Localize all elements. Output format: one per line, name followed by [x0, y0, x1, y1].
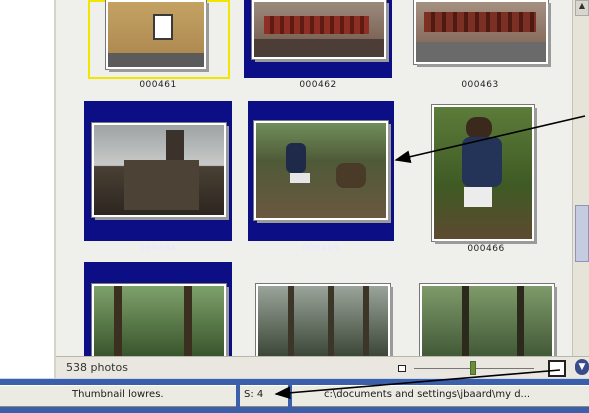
thumbnail-label: 000461: [139, 80, 177, 90]
thumbnail-grid: 000461 000462 000463 000464 000465 00046…: [56, 0, 572, 356]
photo-thumbnail[interactable]: [92, 284, 226, 356]
photo-thumbnail[interactable]: [256, 284, 390, 356]
status-path-text: c:\documents and settings\jbaard\my d...: [324, 389, 531, 400]
thumbnail-cell[interactable]: 000464: [84, 101, 232, 257]
gallery-bottom-bar: 538 photos ▼: [56, 356, 589, 379]
thumbnail-label: 000463: [461, 80, 499, 90]
status-bar: Thumbnail lowres. S: 4 c:\documents and …: [0, 378, 589, 413]
status-mode-text: Thumbnail lowres.: [72, 389, 164, 400]
status-selection-count: S: 4: [244, 389, 264, 400]
photo-thumbnail[interactable]: [252, 0, 386, 59]
thumbnail-cell[interactable]: [412, 262, 560, 356]
thumbnail-label: 000466: [467, 244, 505, 254]
thumbnail-cell[interactable]: 000463: [406, 0, 554, 92]
status-segment-selection: S: 4: [240, 385, 288, 407]
thumbnail-cell[interactable]: 000465: [248, 101, 394, 257]
scroll-up-icon[interactable]: ▲: [575, 0, 589, 16]
thumbnail-cell[interactable]: 000461: [84, 0, 232, 92]
status-segment-path: c:\documents and settings\jbaard\my d...: [292, 385, 589, 407]
thumbnail-label: 000465: [302, 244, 340, 254]
thumbnail-cell[interactable]: 000466: [412, 101, 560, 257]
photo-thumbnail[interactable]: [106, 0, 206, 69]
photo-thumbnail[interactable]: [414, 0, 548, 64]
scroll-thumb[interactable]: [575, 205, 589, 262]
photo-thumbnail[interactable]: [254, 121, 388, 220]
chevron-down-icon[interactable]: ▼: [575, 359, 589, 375]
photo-thumbnail[interactable]: [420, 284, 554, 356]
thumbnail-cell[interactable]: 000462: [244, 0, 392, 92]
thumbnail-cell[interactable]: [84, 262, 232, 356]
photo-thumbnail[interactable]: [432, 105, 534, 241]
vertical-scrollbar[interactable]: ▲: [572, 0, 589, 356]
photo-count: 538 photos: [66, 361, 128, 374]
status-segment-mode: Thumbnail lowres.: [0, 385, 236, 407]
thumbnail-cell[interactable]: [248, 262, 394, 356]
small-thumbnail-icon[interactable]: [398, 365, 406, 372]
left-panel: [0, 0, 54, 356]
photo-thumbnail[interactable]: [92, 123, 226, 217]
large-thumbnail-icon[interactable]: [548, 360, 566, 377]
zoom-slider-handle[interactable]: [470, 361, 476, 375]
thumbnail-label: 000462: [299, 80, 337, 90]
thumbnail-label: 000464: [139, 244, 177, 254]
